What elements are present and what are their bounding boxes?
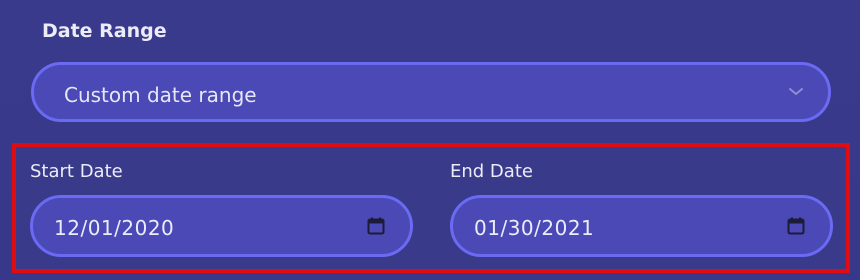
date-fields-highlight: Start Date 12/01/2020 End Date 01/30/202… xyxy=(12,143,850,273)
date-range-label: Date Range xyxy=(42,20,167,42)
chevron-down-icon xyxy=(789,88,803,95)
start-date-label: Start Date xyxy=(30,161,123,182)
start-date-value: 12/01/2020 xyxy=(54,216,175,240)
calendar-icon[interactable] xyxy=(787,217,805,235)
end-date-value: 01/30/2021 xyxy=(474,216,595,240)
date-range-select[interactable]: Custom date range xyxy=(31,62,831,122)
end-date-input[interactable]: 01/30/2021 xyxy=(450,195,833,257)
calendar-icon[interactable] xyxy=(367,217,385,235)
start-date-input[interactable]: 12/01/2020 xyxy=(30,195,413,257)
end-date-label: End Date xyxy=(450,161,533,182)
date-range-selected-value: Custom date range xyxy=(64,83,257,107)
